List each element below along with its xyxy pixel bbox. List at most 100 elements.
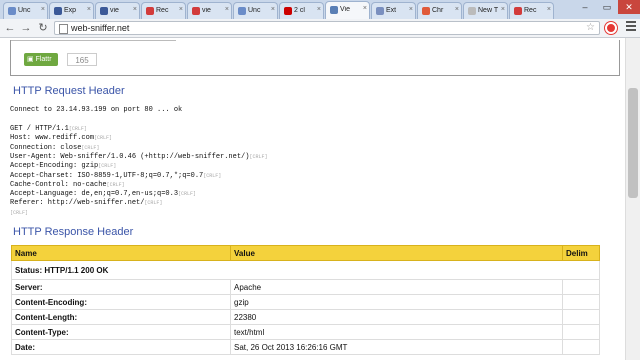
tab-close-icon[interactable]: ×: [455, 6, 459, 13]
column-header-name: Name: [11, 245, 231, 261]
tab-label: Unc: [18, 7, 31, 14]
header-value-cell: Sat, 26 Oct 2013 16:26:16 GMT: [230, 339, 563, 355]
crlf-marker: [CRLF]: [81, 144, 100, 151]
flattr-icon: ▣: [27, 56, 34, 63]
tab-favicon-icon: [376, 7, 384, 15]
back-icon[interactable]: ←: [2, 20, 18, 36]
flattr-button[interactable]: ▣ Flattr: [24, 53, 58, 66]
tab-strip: Unc × Exp × vie × Rec × vie × Unc × 2 cl × Vie × Ext × Chr…: [0, 0, 640, 20]
table-row: Content-Encoding: gzip: [11, 294, 600, 310]
browser-tab[interactable]: 2 cl ×: [279, 2, 324, 19]
reload-icon[interactable]: ↻: [35, 20, 51, 36]
browser-tab[interactable]: Vie ×: [325, 1, 370, 20]
tab-favicon-icon: [422, 7, 430, 15]
tab-favicon-icon: [192, 7, 200, 15]
tab-close-icon[interactable]: ×: [501, 6, 505, 13]
tab-close-icon[interactable]: ×: [179, 6, 183, 13]
table-row: Date: Sat, 26 Oct 2013 16:26:16 GMT: [11, 339, 600, 355]
browser-tab[interactable]: vie ×: [187, 2, 232, 19]
request-line: Connection: close[CRLF]: [10, 144, 99, 153]
tab-close-icon[interactable]: ×: [271, 6, 275, 13]
tab-close-icon[interactable]: ×: [363, 5, 367, 12]
request-line-text: Host: www.rediff.com: [10, 134, 95, 143]
request-line: GET / HTTP/1.1[CRLF]: [10, 125, 87, 134]
request-line: Accept-Encoding: gzip[CRLF]: [10, 162, 116, 171]
close-window-icon[interactable]: ✕: [618, 0, 640, 14]
scroll-thumb[interactable]: [628, 88, 638, 198]
crlf-marker: [CRLF]: [106, 181, 125, 188]
tab-close-icon[interactable]: ×: [547, 6, 551, 13]
tab-close-icon[interactable]: ×: [87, 6, 91, 13]
tab-label: vie: [110, 7, 119, 14]
tab-close-icon[interactable]: ×: [41, 6, 45, 13]
request-line: Referer: http://web-sniffer.net/[CRLF]: [10, 199, 162, 208]
vertical-scrollbar[interactable]: [625, 38, 640, 360]
browser-tab[interactable]: Ext ×: [371, 2, 416, 19]
browser-tab[interactable]: vie ×: [95, 2, 140, 19]
tab-close-icon[interactable]: ×: [133, 6, 137, 13]
tab-close-icon[interactable]: ×: [409, 6, 413, 13]
header-value-cell: gzip: [230, 294, 563, 310]
tab-label: Chr: [432, 7, 444, 14]
url-text: web-sniffer.net: [71, 23, 130, 33]
tab-favicon-icon: [54, 7, 62, 15]
request-line: Cache-Control: no-cache[CRLF]: [10, 181, 125, 190]
tab-close-icon[interactable]: ×: [225, 6, 229, 13]
tab-label: Ext: [386, 7, 397, 14]
bookmark-star-icon[interactable]: ☆: [586, 22, 595, 33]
delim-cell: [562, 294, 600, 310]
request-line-text: Accept-Language: de,en;q=0.7,en-us;q=0.3: [10, 190, 179, 199]
status-row: Status: HTTP/1.1 200 OK: [11, 260, 600, 280]
request-line: Accept-Charset: ISO-8859-1,UTF-8;q=0.7,*…: [10, 172, 221, 181]
forward-icon[interactable]: →: [18, 20, 34, 36]
flattr-count: 165: [67, 53, 97, 66]
request-line-text: Accept-Charset: ISO-8859-1,UTF-8;q=0.7,*…: [10, 171, 204, 180]
address-bar[interactable]: web-sniffer.net ☆: [54, 21, 600, 35]
browser-tab[interactable]: Rec ×: [141, 2, 186, 19]
request-line: User-Agent: Web-sniffer/1.0.46 (+http://…: [10, 153, 267, 162]
header-value-cell: Apache: [230, 279, 563, 295]
tab-label: New T: [478, 7, 498, 14]
request-header-title: HTTP Request Header: [13, 85, 125, 97]
tab-close-icon[interactable]: ×: [317, 6, 321, 13]
delim-cell: [562, 339, 600, 355]
table-row: Content-Type: text/html: [11, 324, 600, 340]
menu-icon[interactable]: [626, 21, 636, 33]
browser-tab[interactable]: New T ×: [463, 2, 508, 19]
maximize-icon[interactable]: ▭: [596, 0, 618, 14]
browser-tab[interactable]: Unc ×: [3, 2, 48, 19]
header-name-cell: Content-Encoding:: [11, 294, 231, 310]
request-line: Accept-Language: de,en;q=0.7,en-us;q=0.3…: [10, 190, 196, 199]
crlf-marker: [CRLF]: [98, 163, 117, 170]
browser-tab[interactable]: Exp ×: [49, 2, 94, 19]
delim-cell: [562, 309, 600, 325]
request-line-text: Cache-Control: no-cache: [10, 180, 107, 189]
delim-cell: [562, 324, 600, 340]
request-line-text: Referer: http://web-sniffer.net/: [10, 199, 145, 208]
tab-favicon-icon: [238, 7, 246, 15]
tab-label: Vie: [340, 6, 350, 13]
tab-label: Exp: [64, 7, 77, 14]
tab-favicon-icon: [514, 7, 522, 15]
tab-favicon-icon: [146, 7, 154, 15]
tab-label: 2 cl: [294, 7, 305, 14]
tab-favicon-icon: [100, 7, 108, 15]
crlf-marker: [CRLF]: [249, 153, 268, 160]
crlf-marker: [CRLF]: [203, 172, 222, 179]
table-row: Server: Apache: [11, 279, 600, 295]
browser-tab[interactable]: Unc ×: [233, 2, 278, 19]
crlf-marker: [CRLF]: [68, 126, 87, 132]
browser-toolbar: ← → ↻ web-sniffer.net ☆: [0, 19, 640, 38]
request-line: [CRLF]: [10, 209, 28, 218]
extension-icon[interactable]: [605, 22, 617, 34]
delim-cell: [562, 279, 600, 295]
browser-tab[interactable]: Chr ×: [417, 2, 462, 19]
request-line-text: GET / HTTP/1.1: [10, 125, 69, 133]
crlf-marker: [CRLF]: [94, 135, 113, 142]
tab-label: Rec: [156, 7, 169, 14]
minimize-icon[interactable]: –: [574, 0, 596, 14]
browser-tab[interactable]: Rec ×: [509, 2, 554, 19]
tab-favicon-icon: [330, 6, 338, 14]
table-row: Content-Length: 22380: [11, 309, 600, 325]
request-line-text: User-Agent: Web-sniffer/1.0.46 (+http://…: [10, 152, 250, 161]
